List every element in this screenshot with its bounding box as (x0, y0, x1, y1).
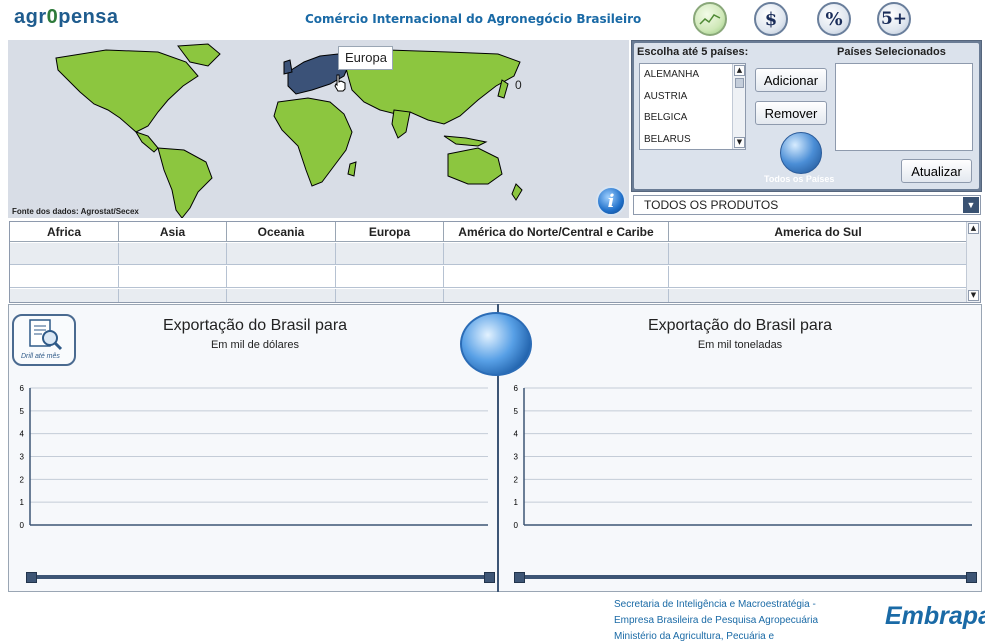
add-button[interactable]: Adicionar (755, 68, 827, 92)
map-australia (447, 147, 503, 185)
choose-countries-label: Escolha até 5 países: (637, 46, 749, 58)
chart-left-slider[interactable] (30, 575, 492, 579)
col-africa[interactable]: Africa (10, 222, 119, 242)
globe-arrows-icon[interactable] (460, 312, 532, 376)
app-title: Comércio Internacional do Agronegócio Br… (305, 12, 642, 26)
footer-line: Ministério da Agricultura, Pecuária e (614, 631, 775, 642)
chart-left-subtitle: Em mil de dólares (210, 339, 300, 351)
remove-button[interactable]: Remover (755, 101, 827, 125)
chart-left-slider-start[interactable] (26, 572, 37, 583)
y-tick-label: 2 (20, 475, 25, 484)
world-map-svg[interactable] (8, 40, 629, 218)
dropdown-arrow-icon[interactable]: ▼ (963, 197, 979, 213)
chart-right-plot: 6 5 4 3 2 1 0 (514, 384, 972, 530)
footer-text: Secretaria de Inteligência e Macroestrat… (614, 597, 818, 644)
info-icon[interactable]: i (596, 186, 626, 216)
country-list[interactable]: ALEMANHA AUSTRIA BELGICA BELARUS ▲ ▼ (639, 63, 746, 150)
update-button[interactable]: Atualizar (901, 159, 972, 183)
app-root: agr0pensa Comércio Internacional do Agro… (0, 0, 985, 644)
footer-line: Secretaria de Inteligência e Macroestrat… (614, 599, 816, 610)
selected-countries-box[interactable] (835, 63, 973, 151)
five-plus-icon[interactable]: 5+ (877, 2, 911, 36)
chart-right-subtitle: Em mil toneladas (697, 339, 783, 351)
map-uk (283, 59, 293, 75)
data-source-label: Fonte dos dados: Agrostat/Secex (12, 207, 139, 216)
agropensa-logo: agr0pensa (14, 6, 119, 29)
country-item[interactable]: BELGICA (640, 107, 745, 129)
map-new-zealand (511, 183, 523, 201)
chart-icon[interactable] (693, 2, 727, 36)
col-south-america[interactable]: America do Sul (669, 222, 967, 242)
col-oceania[interactable]: Oceania (227, 222, 336, 242)
y-tick-label: 4 (20, 430, 25, 439)
y-tick-label: 5 (514, 407, 519, 416)
country-item[interactable]: ALEMANHA (640, 64, 745, 86)
y-tick-label: 6 (514, 384, 519, 393)
map-north-america (55, 49, 199, 133)
y-tick-label: 0 (20, 521, 25, 530)
map-india (391, 109, 411, 139)
chart-right-slider[interactable] (518, 575, 973, 579)
footer-line: Empresa Brasileira de Pesquisa Agropecuá… (614, 615, 818, 626)
chart-right-slider-end[interactable] (966, 572, 977, 583)
y-tick-label: 4 (514, 430, 519, 439)
percent-icon[interactable]: % (817, 2, 851, 36)
table-row (10, 243, 967, 265)
chart-left-slider-end[interactable] (484, 572, 495, 583)
col-north-america[interactable]: América do Norte/Central e Caribe (444, 222, 669, 242)
logo-part-3: pensa (58, 6, 119, 28)
logo-part-1: agr (14, 6, 47, 28)
all-countries-label[interactable]: Todos os Países (764, 174, 834, 184)
chart-glyph-icon (699, 14, 721, 25)
chart-left-title: Exportação do Brasil para (162, 317, 348, 334)
chart-left-plot: 6 5 4 3 2 1 0 (20, 384, 488, 530)
y-tick-label: 6 (20, 384, 25, 393)
hand-cursor-icon (333, 74, 347, 96)
country-item[interactable]: AUSTRIA (640, 86, 745, 108)
map-indonesia (443, 135, 488, 147)
scroll-down-icon[interactable]: ▼ (968, 290, 979, 301)
y-tick-label: 1 (514, 498, 519, 507)
y-tick-label: 3 (20, 453, 25, 462)
table-row (10, 266, 967, 288)
drill-label: Drill até mês (21, 353, 60, 360)
product-select-value: TODOS OS PRODUTOS (644, 198, 779, 212)
y-tick-label: 5 (20, 407, 25, 416)
globe-icon[interactable] (780, 132, 822, 174)
map-value-readout: 0 (515, 78, 522, 92)
region-table: Africa Asia Oceania Europa América do No… (9, 221, 981, 303)
product-select[interactable]: TODOS OS PRODUTOS ▼ (633, 195, 981, 215)
y-tick-label: 1 (20, 498, 25, 507)
world-map[interactable] (8, 40, 629, 218)
region-table-header: Africa Asia Oceania Europa América do No… (10, 222, 967, 242)
col-asia[interactable]: Asia (119, 222, 227, 242)
table-row (10, 289, 967, 302)
map-south-america (157, 147, 213, 218)
country-list-scrollbar[interactable]: ▲ ▼ (732, 64, 745, 149)
logo-part-2: 0 (46, 6, 59, 28)
table-scrollbar[interactable]: ▲ ▼ (966, 222, 980, 302)
map-central-america (134, 131, 159, 153)
scroll-down-icon[interactable]: ▼ (734, 137, 745, 148)
y-tick-label: 2 (514, 475, 519, 484)
y-tick-label: 0 (514, 521, 519, 530)
dollar-icon[interactable]: $ (754, 2, 788, 36)
map-africa (273, 97, 353, 187)
scroll-up-icon[interactable]: ▲ (734, 65, 745, 76)
scroll-up-icon[interactable]: ▲ (968, 223, 979, 234)
col-europa[interactable]: Europa (336, 222, 444, 242)
map-tooltip: Europa (338, 46, 393, 70)
chart-right-slider-start[interactable] (514, 572, 525, 583)
scroll-thumb[interactable] (735, 78, 744, 88)
country-item[interactable]: BELARUS (640, 129, 745, 150)
chart-right-title: Exportação do Brasil para (647, 317, 833, 334)
drill-magnifier-icon (29, 319, 63, 351)
selected-countries-label: Países Selecionados (837, 46, 946, 58)
y-tick-label: 3 (514, 453, 519, 462)
map-madagascar (347, 161, 357, 177)
embrapa-logo: Embrapa (885, 602, 985, 630)
